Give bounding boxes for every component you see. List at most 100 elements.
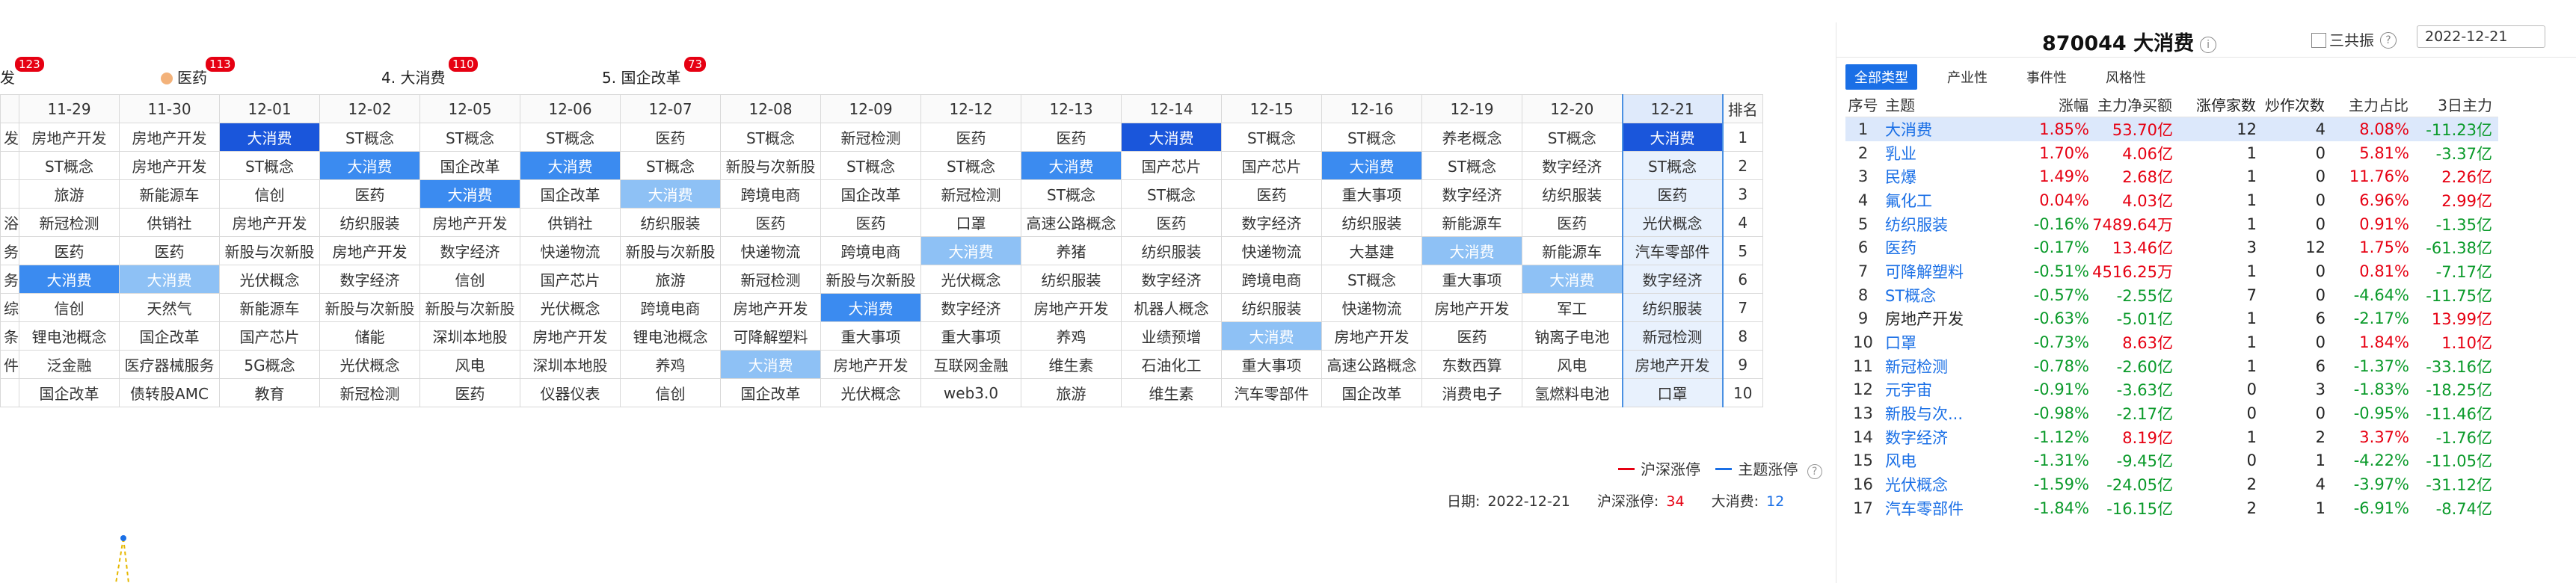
grid-theme-cell[interactable]: 大消费 [1121,123,1222,152]
theme-list-row[interactable]: 8 ST概念 -0.57% -2.55亿 7 0 -4.64% -11.75亿 [1845,283,2498,307]
grid-theme-cell[interactable]: 国企改革 [19,378,120,407]
theme-list-col-header[interactable]: 主力占比 [2326,91,2409,117]
theme-list-row[interactable]: 6 医药 -0.17% 13.46亿 3 12 1.75% -61.38亿 [1845,235,2498,259]
theme-list-row[interactable]: 13 新股与次... -0.98% -2.17亿 0 0 -0.95% -11.46亿 [1845,401,2498,425]
grid-theme-cell[interactable]: 重大事项 [1221,350,1322,379]
grid-theme-cell[interactable]: 数字经济 [1221,208,1322,237]
grid-theme-cell[interactable]: 养鸡 [620,350,721,379]
grid-theme-cell[interactable]: 大消费 [1221,321,1322,351]
grid-theme-cell[interactable]: 旅游 [19,179,120,209]
grid-theme-cell[interactable]: 光伏概念 [219,265,320,294]
grid-theme-cell[interactable]: 大消费 [720,350,821,379]
grid-theme-cell[interactable]: 大消费 [119,265,220,294]
grid-theme-cell[interactable]: 跨境电商 [620,293,721,322]
grid-theme-cell[interactable]: 重大事项 [1321,179,1422,209]
grid-theme-cell[interactable]: 纺织服装 [319,208,420,237]
grid-theme-cell[interactable]: 医药 [1621,179,1724,209]
grid-theme-cell[interactable]: 房地产开发 [19,123,120,152]
grid-theme-cell[interactable]: 医药 [319,179,420,209]
grid-date-header[interactable]: 12-14 [1121,94,1222,123]
grid-theme-cell[interactable]: 国企改革 [119,321,220,351]
grid-theme-cell[interactable]: 5G概念 [219,350,320,379]
theme-list-cell[interactable]: ST概念 [1881,283,1998,307]
grid-theme-cell[interactable]: 大消费 [820,293,921,322]
theme-list-cell[interactable]: 纺织服装 [1881,212,1998,236]
grid-theme-cell[interactable]: ST概念 [920,151,1021,180]
grid-theme-cell[interactable]: 大消费 [419,179,520,209]
grid-theme-cell[interactable]: 医药 [119,236,220,265]
grid-theme-cell[interactable]: ST概念 [1321,123,1422,152]
grid-theme-cell[interactable]: 深圳本地股 [520,350,621,379]
grid-theme-cell[interactable]: 国产芯片 [219,321,320,351]
grid-theme-cell[interactable]: 医药 [19,236,120,265]
grid-theme-cell[interactable]: ST概念 [1621,151,1724,180]
theme-list-col-header[interactable]: 主题 [1881,91,1998,117]
grid-theme-cell[interactable]: 新冠检测 [720,265,821,294]
grid-theme-cell[interactable]: 快递物流 [1321,293,1422,322]
top-tag[interactable]: 5. 国企改革 73 [602,57,707,87]
theme-list-row[interactable]: 3 民爆 1.49% 2.68亿 1 0 11.76% 2.26亿 [1845,164,2498,188]
grid-date-header[interactable]: 12-09 [820,94,921,123]
grid-date-header[interactable]: 12-06 [520,94,621,123]
theme-list-cell[interactable]: 汽车零部件 [1881,496,1998,520]
grid-theme-cell[interactable]: 数字经济 [319,265,420,294]
grid-theme-cell[interactable]: 数字经济 [1621,265,1724,294]
grid-theme-cell[interactable]: 深圳本地股 [419,321,520,351]
grid-theme-cell[interactable]: 新股与次新股 [720,151,821,180]
grid-theme-cell[interactable]: ST概念 [1021,179,1122,209]
grid-theme-cell[interactable]: 风电 [1522,350,1623,379]
grid-theme-cell[interactable]: 国企改革 [419,151,520,180]
theme-list-cell[interactable]: 民爆 [1881,164,1998,188]
grid-theme-cell[interactable]: 医药 [820,208,921,237]
grid-theme-cell[interactable]: ST概念 [19,151,120,180]
grid-theme-cell[interactable]: 国产芯片 [520,265,621,294]
info-icon[interactable]: i [2200,37,2217,53]
grid-theme-cell[interactable]: 跨境电商 [820,236,921,265]
grid-theme-cell[interactable]: ST概念 [620,151,721,180]
grid-theme-cell[interactable]: 医疗器械服务 [119,350,220,379]
grid-theme-cell[interactable]: 供销社 [119,208,220,237]
grid-theme-cell[interactable]: 重大事项 [820,321,921,351]
grid-theme-cell[interactable]: 医药 [419,378,520,407]
grid-theme-cell[interactable]: 信创 [219,179,320,209]
grid-theme-cell[interactable]: 旅游 [620,265,721,294]
grid-theme-cell[interactable]: 国产芯片 [1221,151,1322,180]
grid-theme-cell[interactable]: 新冠检测 [1621,321,1724,351]
grid-theme-cell[interactable]: 供销社 [520,208,621,237]
grid-theme-cell[interactable]: 国产芯片 [1121,151,1222,180]
grid-theme-cell[interactable]: ST概念 [820,151,921,180]
grid-theme-cell[interactable]: 光伏概念 [1621,208,1724,237]
grid-theme-cell[interactable]: 光伏概念 [520,293,621,322]
grid-theme-cell[interactable]: 重大事项 [920,321,1021,351]
grid-date-header[interactable]: 12-01 [219,94,320,123]
grid-date-header[interactable]: 11-29 [19,94,120,123]
grid-theme-cell[interactable]: 数字经济 [1421,179,1522,209]
grid-theme-cell[interactable]: 教育 [219,378,320,407]
grid-theme-cell[interactable]: 信创 [419,265,520,294]
grid-theme-cell[interactable]: 快递物流 [1221,236,1322,265]
grid-theme-cell[interactable]: 房地产开发 [1621,350,1724,379]
grid-date-header[interactable]: 12-20 [1522,94,1623,123]
date-input[interactable] [2417,25,2545,48]
grid-theme-cell[interactable]: web3.0 [920,378,1021,407]
grid-theme-cell[interactable]: 养鸡 [1021,321,1122,351]
grid-theme-cell[interactable]: 大消费 [520,151,621,180]
theme-list-row[interactable]: 10 口罩 -0.73% 8.63亿 1 0 1.84% 1.10亿 [1845,330,2498,354]
grid-theme-cell[interactable]: 医药 [1021,123,1122,152]
grid-date-header[interactable]: 12-05 [419,94,520,123]
grid-date-header[interactable]: 12-12 [920,94,1021,123]
grid-theme-cell[interactable]: 大基建 [1321,236,1422,265]
tab-2[interactable]: 事件性 [2017,64,2076,90]
theme-list-cell[interactable]: 房地产开发 [1881,307,1998,331]
theme-list-row[interactable]: 9 房地产开发 -0.63% -5.01亿 1 6 -2.17% 13.99亿 [1845,307,2498,331]
grid-theme-cell[interactable]: ST概念 [1121,179,1222,209]
grid-theme-cell[interactable]: 大消费 [920,236,1021,265]
grid-theme-cell[interactable]: 光伏概念 [820,378,921,407]
grid-theme-cell[interactable]: 房地产开发 [820,350,921,379]
grid-theme-cell[interactable]: 锂电池概念 [19,321,120,351]
grid-theme-cell[interactable]: 储能 [319,321,420,351]
theme-list-cell[interactable]: 可降解塑料 [1881,259,1998,283]
grid-theme-cell[interactable]: 大消费 [1522,265,1623,294]
grid-theme-cell[interactable]: 纺织服装 [1522,179,1623,209]
grid-theme-cell[interactable]: 医药 [620,123,721,152]
